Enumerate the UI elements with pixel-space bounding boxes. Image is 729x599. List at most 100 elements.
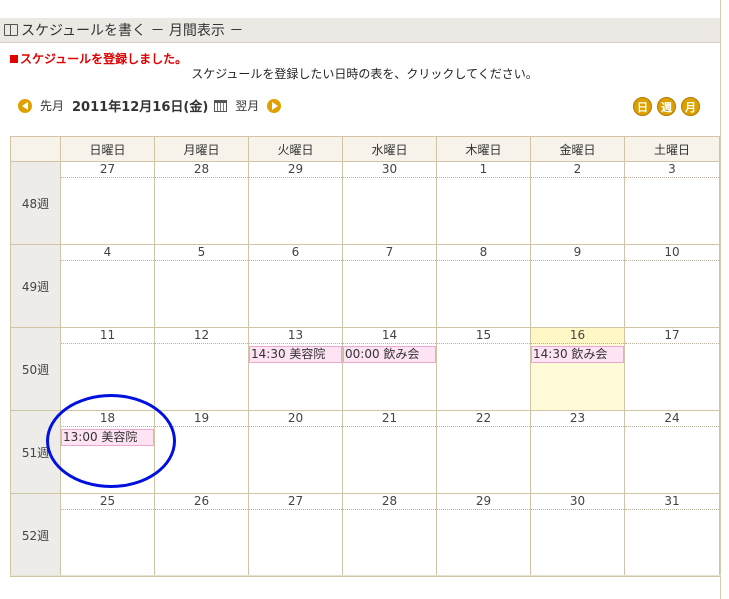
instruction-text: スケジュールを登録したい日時の表を、クリックしてください。 [191, 67, 538, 81]
day-number[interactable]: 21 [343, 411, 436, 427]
day-cell[interactable]: 12 [154, 327, 249, 411]
day-cell[interactable]: 17 [624, 327, 720, 411]
weekday-header: 水曜日 [342, 136, 437, 162]
day-cell[interactable]: 21 [342, 410, 437, 494]
page-title: スケジュールを書く － 月間表示 － [21, 23, 244, 39]
day-cell[interactable]: 4 [60, 244, 155, 328]
day-number[interactable]: 30 [343, 162, 436, 178]
next-arrow-icon[interactable] [267, 98, 282, 113]
day-cell[interactable]: 29 [248, 161, 343, 245]
day-number[interactable]: 4 [61, 245, 154, 261]
day-number[interactable]: 1 [437, 162, 530, 178]
day-number[interactable]: 27 [249, 494, 342, 510]
day-cell[interactable]: 15 [436, 327, 531, 411]
prev-arrow-icon[interactable] [18, 98, 32, 113]
day-number[interactable]: 28 [155, 162, 248, 178]
schedule-event[interactable]: 00:00 飲み会 [343, 346, 436, 363]
calendar-icon[interactable] [214, 99, 228, 112]
day-cell[interactable]: 7 [342, 244, 437, 328]
week-label: 52週 [10, 493, 61, 577]
day-number[interactable]: 9 [531, 245, 624, 261]
day-number[interactable]: 28 [343, 494, 436, 510]
day-cell[interactable]: 8 [436, 244, 531, 328]
day-number[interactable]: 29 [437, 494, 530, 510]
weekday-header: 日曜日 [60, 136, 155, 162]
day-cell[interactable]: 11 [60, 327, 155, 411]
week-row: 49週 4 5 6 7 8 9 10 [10, 244, 720, 328]
day-number[interactable]: 5 [155, 245, 248, 261]
month-calendar: 日曜日 月曜日 火曜日 水曜日 木曜日 金曜日 土曜日 48週 27 28 29 30 1… [10, 136, 720, 577]
day-number[interactable]: 27 [61, 162, 154, 178]
day-number[interactable]: 10 [625, 245, 719, 261]
day-cell[interactable]: 18 13:00 美容院 [60, 410, 155, 494]
day-number[interactable]: 20 [249, 411, 342, 427]
day-cell[interactable]: 2 [530, 161, 625, 245]
day-cell[interactable]: 31 [624, 493, 720, 577]
day-cell[interactable]: 24 [624, 410, 720, 494]
day-cell[interactable]: 28 [342, 493, 437, 577]
day-cell[interactable]: 20 [248, 410, 343, 494]
day-cell[interactable]: 10 [624, 244, 720, 328]
day-cell-today[interactable]: 16 14:30 飲み会 [530, 327, 625, 411]
prev-month-link[interactable]: 先月 [40, 97, 64, 114]
day-number[interactable]: 18 [61, 411, 154, 427]
day-number[interactable]: 13 [249, 328, 342, 344]
day-cell[interactable]: 19 [154, 410, 249, 494]
day-view-button[interactable]: 日 [633, 97, 652, 116]
day-number[interactable]: 2 [531, 162, 624, 178]
divider [10, 575, 721, 576]
month-navigation: 先月 2011年12月16日(金) 翌月 [18, 96, 282, 115]
day-number[interactable]: 6 [249, 245, 342, 261]
week-label: 49週 [10, 244, 61, 328]
week-label: 48週 [10, 161, 61, 245]
day-number[interactable]: 8 [437, 245, 530, 261]
day-cell[interactable]: 23 [530, 410, 625, 494]
day-number[interactable]: 22 [437, 411, 530, 427]
next-month-link[interactable]: 翌月 [235, 97, 259, 114]
day-cell[interactable]: 29 [436, 493, 531, 577]
day-number[interactable]: 7 [343, 245, 436, 261]
day-number[interactable]: 17 [625, 328, 719, 344]
month-view-button[interactable]: 月 [681, 97, 700, 116]
day-cell[interactable]: 13 14:30 美容院 [248, 327, 343, 411]
day-cell[interactable]: 25 [60, 493, 155, 577]
schedule-event[interactable]: 14:30 美容院 [249, 346, 342, 363]
weekday-header: 金曜日 [530, 136, 625, 162]
day-cell[interactable]: 1 [436, 161, 531, 245]
week-view-button[interactable]: 週 [657, 97, 676, 116]
week-label: 51週 [10, 410, 61, 494]
day-number[interactable]: 30 [531, 494, 624, 510]
day-number[interactable]: 11 [61, 328, 154, 344]
day-cell[interactable]: 27 [60, 161, 155, 245]
day-number[interactable]: 3 [625, 162, 719, 178]
day-number[interactable]: 23 [531, 411, 624, 427]
day-number[interactable]: 14 [343, 328, 436, 344]
day-cell[interactable]: 5 [154, 244, 249, 328]
day-number[interactable]: 24 [625, 411, 719, 427]
day-cell[interactable]: 27 [248, 493, 343, 577]
day-cell[interactable]: 14 00:00 飲み会 [342, 327, 437, 411]
day-cell[interactable]: 28 [154, 161, 249, 245]
day-number[interactable]: 19 [155, 411, 248, 427]
day-number[interactable]: 31 [625, 494, 719, 510]
day-number[interactable]: 16 [531, 328, 624, 344]
day-cell[interactable]: 22 [436, 410, 531, 494]
day-number[interactable]: 15 [437, 328, 530, 344]
weekday-header: 火曜日 [248, 136, 343, 162]
day-cell[interactable]: 26 [154, 493, 249, 577]
day-cell[interactable]: 30 [530, 493, 625, 577]
day-number[interactable]: 25 [61, 494, 154, 510]
day-number[interactable]: 26 [155, 494, 248, 510]
book-icon [4, 24, 18, 36]
day-cell[interactable]: 9 [530, 244, 625, 328]
day-cell[interactable]: 3 [624, 161, 720, 245]
schedule-event[interactable]: 13:00 美容院 [61, 429, 154, 446]
day-number[interactable]: 12 [155, 328, 248, 344]
schedule-event[interactable]: 14:30 飲み会 [531, 346, 624, 363]
week-row: 50週 11 12 13 14:30 美容院 14 00:00 飲み会 15 16 14:30 飲… [10, 327, 720, 411]
day-cell[interactable]: 30 [342, 161, 437, 245]
day-cell[interactable]: 6 [248, 244, 343, 328]
view-switcher: 日 週 月 [633, 97, 700, 116]
current-date: 2011年12月16日(金) [72, 100, 209, 115]
day-number[interactable]: 29 [249, 162, 342, 178]
